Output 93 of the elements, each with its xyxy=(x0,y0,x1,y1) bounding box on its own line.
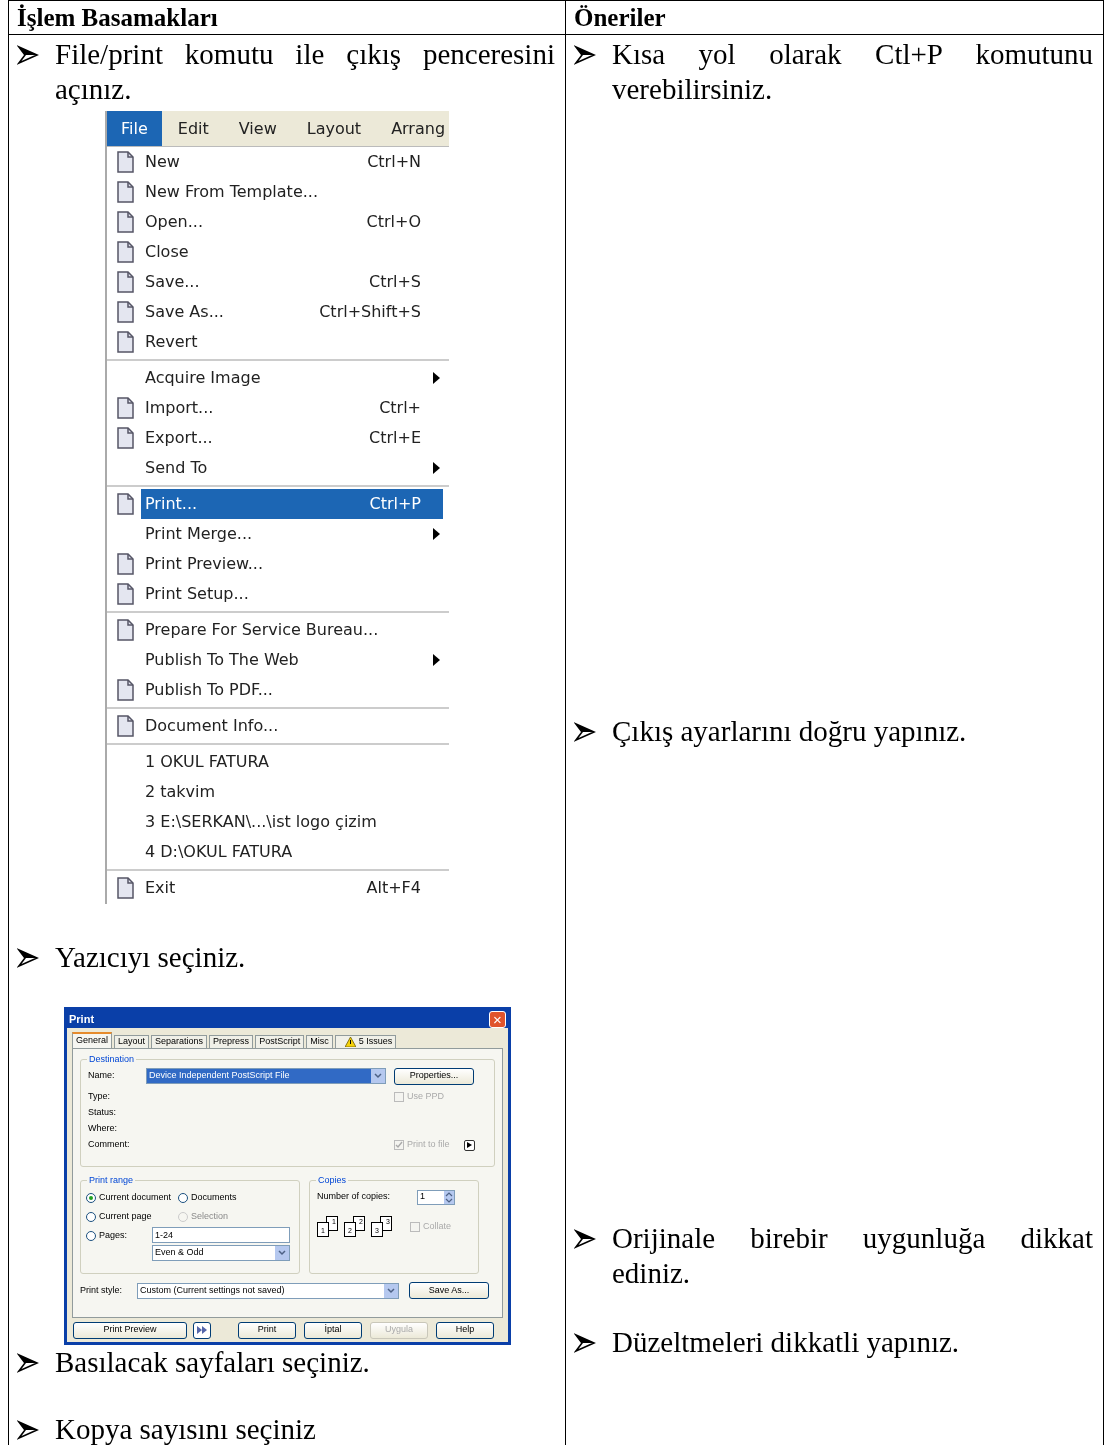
arrow-bullet-icon xyxy=(17,948,39,968)
column-header: İşlem Basamakları xyxy=(17,2,218,33)
menu-item[interactable]: Exit Alt+F4 xyxy=(141,873,443,903)
field-label: Type: xyxy=(88,1090,111,1103)
radio-label: Documents xyxy=(191,1190,237,1204)
input-field[interactable]: 1-24 xyxy=(152,1227,290,1243)
bullet-text: File/print komutu ile çıkış penceresini açınız. xyxy=(55,37,555,107)
close-button[interactable]: × xyxy=(489,1010,506,1028)
button[interactable]: İptal xyxy=(304,1321,362,1339)
dropdown[interactable]: Even & Odd xyxy=(152,1245,290,1261)
radio-label: Current page xyxy=(99,1209,152,1223)
spinner-arrows-icon xyxy=(444,1190,454,1204)
menu-item[interactable]: New Ctrl+N xyxy=(141,147,443,177)
bullet-text: Basılacak sayfaları seçiniz. xyxy=(55,1345,371,1380)
column-header: Öneriler xyxy=(574,2,666,33)
menu-item[interactable]: Open... Ctrl+O xyxy=(141,207,443,237)
checkbox-label: Collate xyxy=(423,1220,451,1234)
menu-item[interactable]: Send To xyxy=(141,453,443,483)
play-icon xyxy=(466,1142,472,1148)
menu-item[interactable]: Document Info... xyxy=(141,711,443,741)
menu-item[interactable]: 2 takvim xyxy=(141,777,443,807)
menu-item[interactable]: Close xyxy=(141,237,443,267)
menu-item[interactable]: Prepare For Service Bureau... xyxy=(141,615,443,645)
menu-item[interactable]: 1 OKUL FATURA xyxy=(141,747,443,777)
menu-bar-item[interactable]: View xyxy=(224,111,291,146)
tab[interactable]: Misc xyxy=(306,1035,333,1048)
bullet-text: Düzeltmeleri dikkatli yapınız. xyxy=(612,1325,961,1360)
arrow-bullet-icon xyxy=(574,1333,596,1353)
radio-button[interactable] xyxy=(178,1192,188,1203)
menu-item[interactable]: Save... Ctrl+S xyxy=(141,267,443,297)
bullet-text: Orijinale birebir uygunluğa dikkat ediniz. xyxy=(612,1221,1093,1291)
field-label: Where: xyxy=(88,1122,118,1135)
radio-button[interactable] xyxy=(86,1192,96,1203)
fast-forward-icon xyxy=(197,1326,207,1334)
group-label: Print range xyxy=(87,1174,136,1188)
button[interactable]: Save As... xyxy=(409,1282,489,1299)
menu-item[interactable]: Print Merge... xyxy=(141,519,443,549)
radio-label: Selection xyxy=(191,1209,229,1223)
menu-item[interactable]: Print... Ctrl+P xyxy=(141,489,443,519)
menu-item[interactable]: Import... Ctrl+ xyxy=(141,393,443,423)
field-label: Name: xyxy=(88,1069,116,1083)
bullet-text: Yazıcıyı seçiniz. xyxy=(55,940,247,975)
menu-item[interactable]: Acquire Image xyxy=(141,363,443,393)
menu-item[interactable]: 3 E:\SERKAN\...\ist logo çizim xyxy=(141,807,443,837)
dropdown[interactable]: Device Independent PostScript File xyxy=(146,1068,386,1084)
arrow-button[interactable] xyxy=(463,1139,475,1151)
dropdown[interactable]: Custom (Current settings not saved) xyxy=(137,1282,399,1299)
tab[interactable]: General xyxy=(72,1032,113,1048)
spin-box[interactable]: 1 xyxy=(417,1189,455,1205)
button[interactable]: Help xyxy=(436,1321,494,1339)
menu-item[interactable]: Print Setup... xyxy=(141,579,443,609)
arrow-bullet-icon xyxy=(17,45,39,65)
button[interactable]: Properties... xyxy=(394,1067,474,1085)
menu-item[interactable]: 4 D:\OKUL FATURA xyxy=(141,837,443,867)
menu-bar-item[interactable]: Layout xyxy=(292,111,376,146)
arrow-bullet-icon xyxy=(574,1229,596,1249)
bullet-text: Kısa yol olarak Ctl+P komutunu verebilirsiniz. xyxy=(612,37,1093,107)
arrow-bullet-icon xyxy=(574,45,596,65)
checkbox-label: Print to file xyxy=(407,1138,450,1152)
tab[interactable]: 5 Issues xyxy=(334,1035,397,1048)
tab[interactable]: PostScript xyxy=(255,1035,305,1048)
menu-item[interactable]: Save As... Ctrl+Shift+S xyxy=(141,297,443,327)
menu-item[interactable]: New From Template... xyxy=(141,177,443,207)
fast-forward-button[interactable] xyxy=(193,1321,211,1339)
bullet-text: Kopya sayısını seçiniz xyxy=(55,1412,317,1445)
arrow-bullet-icon xyxy=(574,722,596,742)
radio-button[interactable] xyxy=(86,1211,96,1222)
window-title: Print xyxy=(69,1011,95,1027)
arrow-bullet-icon xyxy=(17,1420,39,1440)
radio-label: Current document xyxy=(99,1190,172,1204)
field-label: Comment: xyxy=(88,1138,131,1151)
button[interactable]: Print xyxy=(238,1321,296,1339)
menu-bar-item[interactable]: Edit xyxy=(163,111,223,146)
field-label: Number of copies: xyxy=(317,1190,392,1204)
button[interactable]: Print Preview xyxy=(73,1321,187,1339)
checkbox-label: Use PPD xyxy=(407,1090,444,1104)
menu-item[interactable]: Revert xyxy=(141,327,443,357)
menu-item[interactable]: Publish To The Web xyxy=(141,645,443,675)
radio-button[interactable] xyxy=(86,1230,96,1241)
menu-bar-item[interactable]: File xyxy=(107,111,162,146)
tab[interactable]: Layout xyxy=(114,1035,150,1048)
menu-bar-item[interactable]: Arrang xyxy=(377,111,449,146)
group-label: Copies xyxy=(316,1174,348,1188)
arrow-bullet-icon xyxy=(17,1353,39,1373)
tab[interactable]: Separations xyxy=(151,1035,208,1048)
field-label: Status: xyxy=(88,1106,117,1119)
bullet-text: Çıkış ayarlarını doğru yapınız. xyxy=(612,714,968,749)
field-label: Print style: xyxy=(80,1283,123,1297)
menu-item[interactable]: Export... Ctrl+E xyxy=(141,423,443,453)
menu-item[interactable]: Publish To PDF... xyxy=(141,675,443,705)
menu-item[interactable]: Print Preview... xyxy=(141,549,443,579)
radio-label: Pages: xyxy=(99,1228,128,1242)
tab[interactable]: Prepress xyxy=(209,1035,254,1048)
